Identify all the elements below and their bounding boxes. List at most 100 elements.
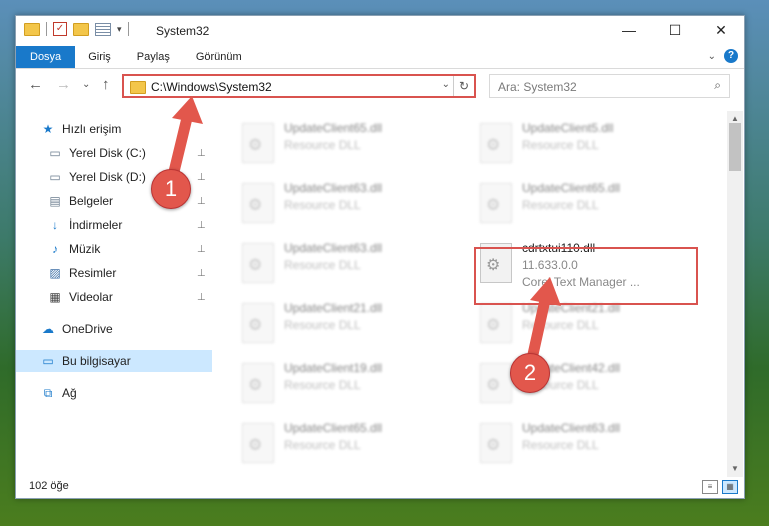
- file-name: UpdateClient65.dll: [284, 121, 383, 135]
- pin-icon[interactable]: ⊥: [197, 244, 206, 255]
- sidebar-item[interactable]: ▦ Videolar ⊥: [16, 286, 212, 308]
- sidebar-item-label: İndirmeler: [69, 218, 123, 232]
- dll-file-icon: [242, 183, 274, 223]
- file-item[interactable]: UpdateClient63.dll Resource DLL: [450, 419, 680, 477]
- file-item[interactable]: UpdateClient19.dll Resource DLL: [212, 359, 442, 417]
- file-description: Resource DLL: [284, 438, 361, 452]
- dll-file-icon: [242, 123, 274, 163]
- tab-home[interactable]: Giriş: [75, 46, 124, 68]
- star-icon: ★: [42, 122, 54, 136]
- cloud-icon: ☁: [42, 322, 54, 336]
- scrollbar-thumb[interactable]: [729, 123, 741, 171]
- file-description: Resource DLL: [284, 138, 361, 152]
- dll-file-icon: [480, 303, 512, 343]
- scroll-down-arrow-icon[interactable]: ▼: [727, 461, 743, 477]
- details-view-icon[interactable]: ≡: [702, 480, 718, 494]
- sidebar-item-label: Ağ: [62, 386, 77, 400]
- file-description: Resource DLL: [284, 198, 361, 212]
- file-description: Resource DLL: [522, 438, 599, 452]
- address-dropdown-chevron-icon[interactable]: ⌄: [442, 79, 450, 90]
- sidebar-item-label: Belgeler: [69, 194, 114, 208]
- address-bar[interactable]: C:\Windows\System32 ⌄ ↻: [122, 74, 476, 98]
- file-item[interactable]: UpdateClient65.dll Resource DLL: [450, 179, 680, 237]
- step-2-badge: 2: [510, 353, 550, 393]
- sidebar-item[interactable]: ⧉ Ağ: [16, 382, 212, 404]
- tiles-view-icon[interactable]: ▦: [722, 480, 738, 494]
- forward-arrow-icon[interactable]: →: [56, 76, 71, 93]
- search-box[interactable]: Ara: System32 ⌕: [489, 74, 730, 98]
- file-name: UpdateClient65.dll: [522, 181, 621, 195]
- item-count: 102 öğe: [29, 480, 69, 492]
- file-item[interactable]: UpdateClient65.dll Resource DLL: [212, 119, 442, 177]
- search-icon[interactable]: ⌕: [714, 78, 721, 93]
- maximize-button[interactable]: ☐: [652, 16, 698, 45]
- refresh-icon[interactable]: ↻: [453, 76, 474, 96]
- sidebar-item-label: Yerel Disk (C:): [69, 146, 146, 160]
- vertical-scrollbar[interactable]: ▲ ▼: [727, 111, 743, 477]
- folder-icon: [130, 81, 146, 94]
- file-item[interactable]: UpdateClient42.dllResource DLL: [450, 359, 680, 417]
- sidebar-item-label: Resimler: [69, 266, 117, 280]
- pin-icon[interactable]: ⊥: [197, 196, 206, 207]
- drive-icon: ▭: [49, 146, 61, 160]
- recent-locations-chevron-icon[interactable]: ⌄: [82, 79, 90, 90]
- file-description: Resource DLL: [522, 138, 599, 152]
- sidebar-item[interactable]: ▨ Resimler ⊥: [16, 262, 212, 284]
- window-title: System32: [156, 24, 210, 38]
- sidebar-item[interactable]: ♪ Müzik ⊥: [16, 238, 212, 260]
- close-button[interactable]: ✕: [698, 16, 744, 45]
- computer-icon: ▭: [42, 354, 54, 368]
- sidebar-item-label: Yerel Disk (D:): [69, 170, 146, 184]
- file-description: Resource DLL: [284, 318, 361, 332]
- pin-icon[interactable]: ⊥: [197, 292, 206, 303]
- sidebar-item-label: Videolar: [69, 290, 113, 304]
- tab-view[interactable]: Görünüm: [183, 46, 255, 68]
- file-item[interactable]: UpdateClient21.dllResource DLL: [450, 299, 680, 357]
- minimize-button[interactable]: —: [606, 16, 652, 45]
- file-item[interactable]: UpdateClient63.dll Resource DLL: [212, 239, 442, 297]
- help-icon[interactable]: ?: [724, 49, 738, 63]
- file-item[interactable]: UpdateClient21.dllResource DLL: [212, 299, 442, 357]
- quick-access-toolbar: ✓ ▾: [24, 22, 129, 36]
- sidebar-item[interactable]: ▭ Bu bilgisayar: [16, 350, 212, 372]
- sidebar-item-label: OneDrive: [62, 322, 113, 336]
- sidebar-item[interactable]: ▭ Yerel Disk (C:) ⊥: [16, 142, 212, 164]
- dll-file-icon: [242, 423, 274, 463]
- file-name: UpdateClient65.dll: [284, 421, 383, 435]
- file-name: UpdateClient5.dll: [522, 121, 614, 135]
- pin-icon[interactable]: ⊥: [197, 172, 206, 183]
- sidebar-item-label: Müzik: [69, 242, 101, 256]
- video-icon: ▦: [49, 290, 61, 304]
- expand-ribbon-chevron-icon[interactable]: ⌄: [708, 51, 716, 62]
- properties-icon[interactable]: [95, 22, 111, 36]
- ribbon-controls: ⌄ ?: [708, 49, 738, 63]
- sidebar-item[interactable]: ★ Hızlı erişim: [16, 118, 212, 140]
- folder-icon[interactable]: [24, 22, 40, 36]
- sidebar-item[interactable]: ↓ İndirmeler ⊥: [16, 214, 212, 236]
- pin-icon[interactable]: ⊥: [197, 268, 206, 279]
- back-arrow-icon[interactable]: ←: [28, 76, 43, 93]
- search-input[interactable]: Ara: System32: [498, 80, 577, 94]
- sidebar-item[interactable]: ☁ OneDrive: [16, 318, 212, 340]
- file-item[interactable]: UpdateClient63.dll Resource DLL: [212, 179, 442, 237]
- new-folder-icon[interactable]: [73, 22, 89, 36]
- drive-icon: ▭: [49, 170, 61, 184]
- toolbar-divider: [46, 22, 47, 36]
- customize-toolbar-chevron-icon[interactable]: ▾: [117, 24, 122, 35]
- up-arrow-icon[interactable]: ↑: [102, 76, 110, 93]
- pin-icon[interactable]: ⊥: [197, 220, 206, 231]
- properties-check-icon[interactable]: ✓: [53, 22, 67, 36]
- address-path[interactable]: C:\Windows\System32: [151, 80, 272, 94]
- tab-file[interactable]: Dosya: [16, 46, 76, 68]
- pin-icon[interactable]: ⊥: [197, 148, 206, 159]
- file-item[interactable]: UpdateClient65.dll Resource DLL: [212, 419, 442, 477]
- navigation-bar: ← → ⌄ ↑ C:\Windows\System32 ⌄ ↻ Ara: Sys…: [16, 72, 744, 100]
- file-item[interactable]: UpdateClient5.dll Resource DLL: [450, 119, 680, 177]
- dll-file-icon: [242, 363, 274, 403]
- download-icon: ↓: [52, 218, 58, 232]
- ribbon-divider: [16, 68, 744, 69]
- music-icon: ♪: [52, 242, 58, 256]
- documents-icon: ▤: [49, 194, 61, 208]
- toolbar-divider: [127, 22, 129, 36]
- tab-share[interactable]: Paylaş: [124, 46, 183, 68]
